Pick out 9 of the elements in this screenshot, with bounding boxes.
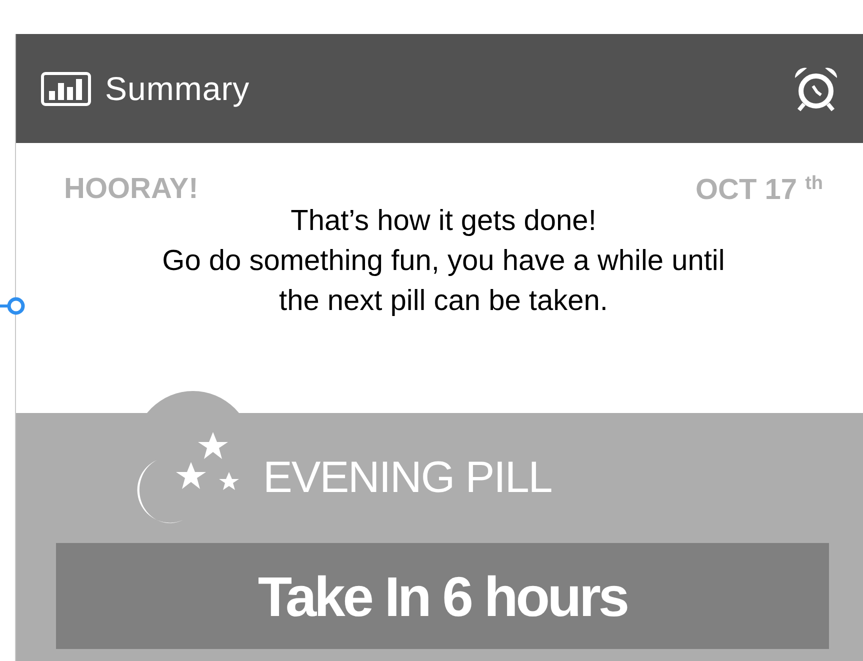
summary-heading: HOORAY! (64, 173, 198, 206)
bar-chart-icon[interactable] (41, 72, 91, 106)
pill-name: EVENING PILL (263, 453, 552, 503)
message-line: the next pill can be taken. (278, 284, 609, 319)
take-pill-button[interactable]: Take In 6 hours (56, 543, 829, 649)
summary-date: OCT 17 $^{th}$ (695, 173, 823, 207)
message-line: Go do something fun, you have a while until (161, 244, 726, 279)
header-title: Summary (105, 70, 251, 108)
message-line: That’s how it gets done! (290, 204, 598, 239)
